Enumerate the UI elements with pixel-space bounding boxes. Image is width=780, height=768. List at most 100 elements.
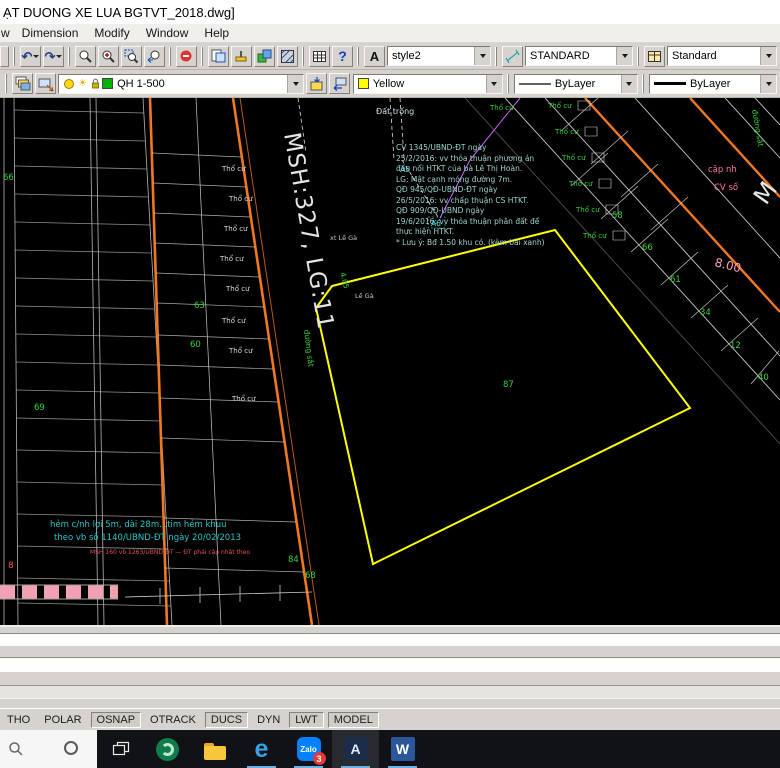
drawing-viewport[interactable]: MSH:327, LG:11 Thổ cư Thổ cư Thổ cư Thổ … (0, 98, 780, 625)
toolbar-grip (5, 74, 7, 93)
pan-icon (78, 49, 93, 64)
menu-item-help[interactable]: Help (196, 26, 237, 40)
toggle-polar[interactable]: POLAR (39, 713, 86, 727)
lineweight-combo[interactable]: ByLayer (649, 74, 777, 94)
layer-lock-icon[interactable] (91, 78, 100, 89)
dim-style-combo[interactable]: STANDARD (525, 46, 633, 66)
alley-note-line: hẻm c/nh lợi 5m, dài 28m...tim hẻm khuu (50, 519, 227, 530)
layer-on-bulb-icon[interactable] (64, 79, 74, 89)
taskbar-app-zalo[interactable]: Zalo 3 (285, 730, 332, 768)
dropdown-arrow-icon[interactable] (616, 47, 632, 65)
annotation-line: 26/5/2016: vv chấp thuận CS HTKT. (396, 196, 528, 205)
toggle-osnap[interactable]: OSNAP (91, 712, 142, 728)
layer-states-icon (38, 76, 54, 92)
annotation-line: * Lưu ý: Bđ 1.50 khu có. (kèm bài xanh) (396, 238, 545, 247)
zoom-window-button[interactable] (121, 46, 142, 67)
layer-previous-button[interactable] (329, 73, 350, 94)
pan-realtime-button[interactable] (75, 46, 96, 67)
undo-button[interactable]: ↶ (20, 46, 41, 67)
make-current-icon (309, 76, 325, 92)
toolbar-grip (13, 47, 15, 66)
toggle-model[interactable]: MODEL (328, 712, 379, 728)
toggle-lwt[interactable]: LWT (289, 712, 323, 728)
dropdown-arrow-icon[interactable] (287, 75, 303, 93)
dropdown-arrow-icon[interactable] (474, 47, 490, 65)
layer-states-button[interactable] (35, 73, 56, 94)
parcel-number: 66 (3, 173, 14, 183)
autocad-icon: A (344, 737, 368, 761)
table-button[interactable] (309, 46, 330, 67)
toggle-ducs[interactable]: DUCS (205, 712, 248, 728)
parcel-type-label: Thổ cư (228, 194, 253, 203)
word-icon: W (391, 737, 415, 761)
taskbar-app-edge[interactable]: e (238, 730, 285, 768)
undo-icon: ↶ (22, 50, 33, 63)
parcel-type-label: Thổ cư (231, 394, 256, 403)
make-object-layer-current-button[interactable] (306, 73, 327, 94)
dropdown-arrow-icon[interactable] (486, 75, 502, 93)
toolbar-grip (169, 47, 171, 66)
markup-tool-button[interactable] (176, 46, 197, 67)
zoom-previous-button[interactable] (144, 46, 165, 67)
toggle-otrack[interactable]: OTRACK (145, 713, 201, 727)
clipped-tool-button[interactable] (0, 46, 9, 67)
layer-combo[interactable]: ☀ QH 1-500 (58, 74, 304, 94)
parcel-type-label: Thổ cư (223, 224, 248, 233)
linetype-combo[interactable]: ByLayer (514, 74, 638, 94)
match-properties-button[interactable] (231, 46, 252, 67)
dropdown-arrow-icon[interactable] (760, 47, 776, 65)
menu-item-modify[interactable]: Modify (86, 26, 137, 40)
redo-button[interactable]: ↷ (43, 46, 64, 67)
command-window[interactable] (0, 625, 780, 708)
zalo-icon: Zalo 3 (297, 737, 321, 761)
parcel-number: 66 (642, 243, 653, 253)
command-history-line[interactable] (0, 633, 780, 646)
annotation-line: thực hiện HTKT. (396, 227, 454, 236)
taskbar-app-word[interactable]: W (379, 730, 426, 768)
color-combo[interactable]: Yellow (353, 74, 503, 94)
menu-item-dimension[interactable]: Dimension (14, 26, 87, 40)
toggle-dyn[interactable]: DYN (252, 713, 285, 727)
parcel-type-label: Thổ cư (225, 284, 250, 293)
taskbar-app-browser[interactable] (144, 730, 191, 768)
zoom-window-icon (124, 49, 139, 64)
taskbar-search-box[interactable] (0, 730, 97, 768)
menu-item-partial[interactable]: w (0, 26, 14, 40)
table-style-button[interactable] (644, 46, 665, 67)
dim-style-button[interactable] (502, 46, 523, 67)
help-icon: ? (338, 49, 347, 63)
toggle-ortho[interactable]: THO (2, 713, 35, 727)
toolbar-grip (357, 47, 359, 66)
zoom-realtime-button[interactable] (98, 46, 119, 67)
taskbar-app-explorer[interactable] (191, 730, 238, 768)
zoom-realtime-icon (101, 49, 116, 64)
hatch-button[interactable] (277, 46, 298, 67)
parcel-type-label: Thổ cư (554, 127, 579, 136)
browser-app-icon (156, 738, 179, 761)
parcel-number: 63 (194, 301, 205, 311)
dropdown-arrow-icon[interactable] (760, 75, 776, 93)
command-input-line[interactable] (0, 657, 780, 672)
table-icon (312, 49, 327, 64)
curb-label: xt Lề Gà (330, 234, 357, 242)
redo-dropdown-icon (56, 55, 62, 58)
text-style-button[interactable]: A (364, 46, 385, 67)
help-button[interactable]: ? (332, 46, 353, 67)
draworder-button[interactable] (254, 46, 275, 67)
color-value: Yellow (373, 78, 404, 90)
toolbar-grip (68, 47, 70, 66)
margin-note: CV số (714, 182, 739, 193)
properties-button[interactable] (208, 46, 229, 67)
taskbar-app-autocad[interactable]: A (332, 730, 379, 768)
table-style-combo[interactable]: Standard (667, 46, 777, 66)
layer-thaw-sun-icon[interactable]: ☀ (78, 79, 87, 89)
dropdown-arrow-icon[interactable] (621, 75, 637, 93)
cad-drawing[interactable]: MSH:327, LG:11 Thổ cư Thổ cư Thổ cư Thổ … (0, 98, 780, 625)
menu-item-window[interactable]: Window (138, 26, 197, 40)
text-style-combo[interactable]: style2 (387, 46, 491, 66)
vacant-land-label: Đất trống (376, 106, 414, 116)
task-view-button[interactable] (97, 730, 144, 768)
command-splitter[interactable] (0, 685, 780, 699)
hatch-icon (280, 49, 295, 64)
layer-properties-button[interactable] (12, 73, 33, 94)
